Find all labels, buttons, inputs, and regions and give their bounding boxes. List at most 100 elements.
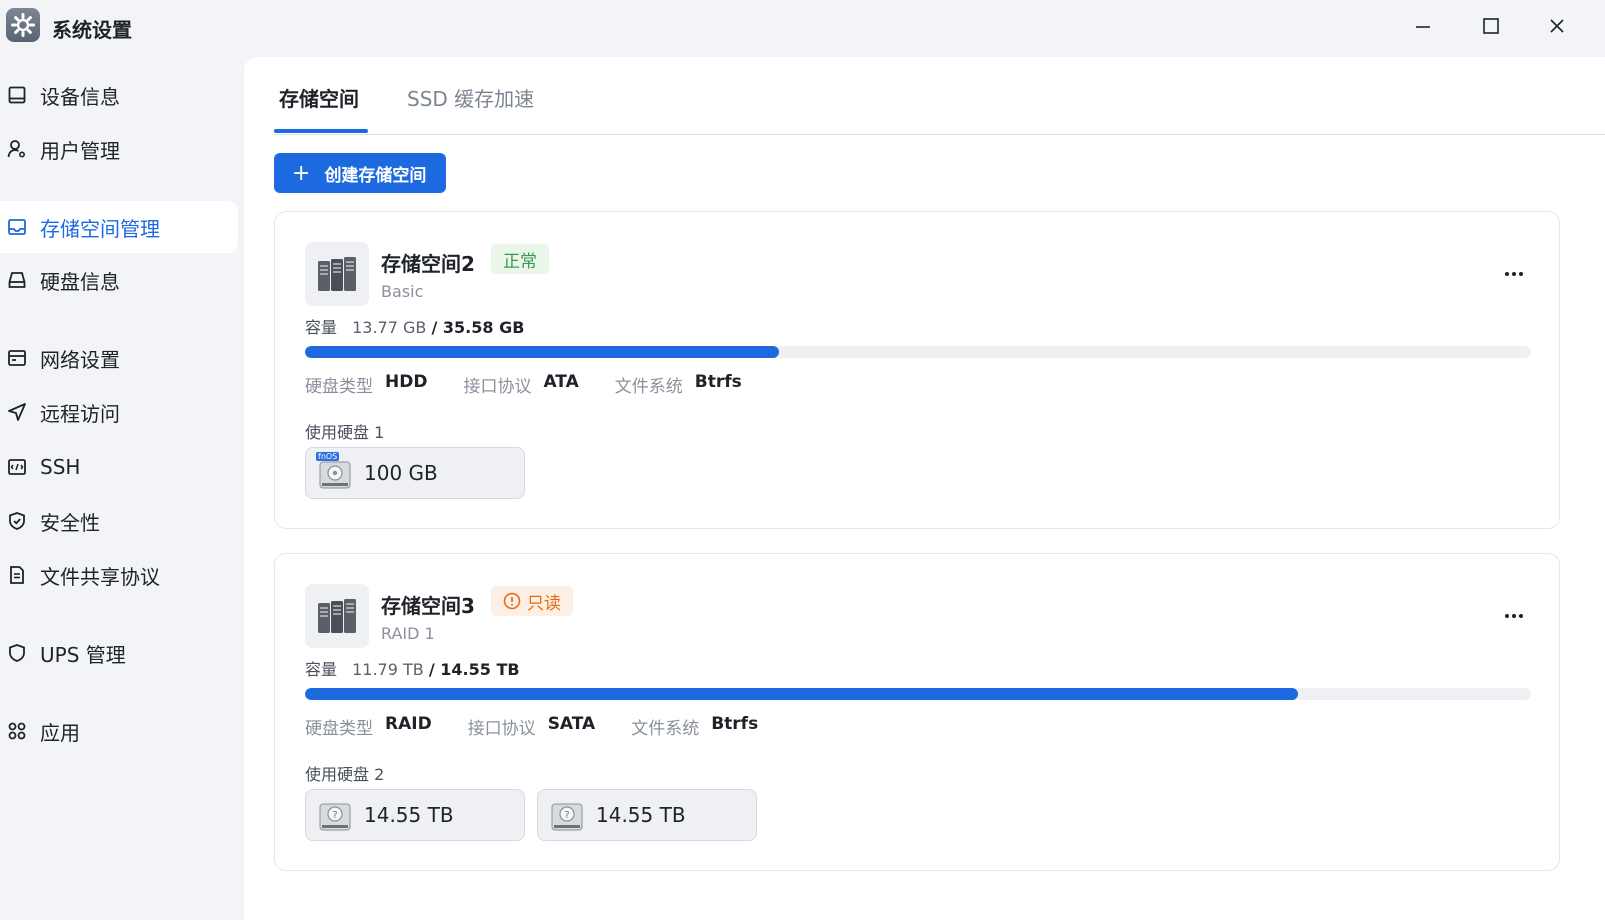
- sidebar-item-security[interactable]: 安全性: [0, 495, 238, 547]
- interface-value: ATA: [543, 372, 579, 392]
- terminal-icon: [6, 456, 28, 478]
- filesystem-value: Btrfs: [694, 372, 742, 392]
- disk-type-value: RAID: [385, 714, 432, 734]
- shield-icon: [6, 642, 28, 664]
- status-badge: 只读: [491, 586, 573, 616]
- hard-disk-icon: fnOS: [316, 452, 352, 490]
- filesystem-label: 文件系统: [614, 377, 683, 397]
- maximize-icon: [1483, 18, 1499, 34]
- unknown-disk-icon: ?: [318, 798, 352, 832]
- document-icon: [6, 564, 28, 586]
- status-badge: 正常: [491, 244, 549, 274]
- server-icon: [305, 242, 369, 306]
- capacity-total: / 14.55 TB: [428, 660, 520, 679]
- disk-chip[interactable]: ? 14.55 TB: [305, 789, 525, 841]
- disk-chip[interactable]: ? 14.55 TB: [537, 789, 757, 841]
- monitor-icon: [6, 84, 28, 106]
- disks-used-title: 使用硬盘 2: [305, 765, 385, 784]
- sidebar-item-label: 设备信息: [40, 84, 120, 109]
- tab-bar: 存储空间 SSD 缓存加速: [274, 57, 1605, 135]
- capacity-used: 11.79 TB: [352, 660, 424, 679]
- disk-size: 14.55 TB: [596, 803, 686, 827]
- unknown-disk-icon: ?: [550, 798, 584, 832]
- sidebar-item-ups[interactable]: UPS 管理: [0, 627, 238, 679]
- capacity-bar-fill: [305, 688, 1299, 700]
- network-icon: [6, 347, 28, 369]
- disk-size: 100 GB: [364, 461, 438, 485]
- svg-text:?: ?: [332, 810, 337, 821]
- tab-ssd-cache[interactable]: SSD 缓存加速: [407, 83, 534, 112]
- capacity-label: 容量: [305, 318, 338, 337]
- status-label: 只读: [527, 593, 561, 614]
- apps-icon: [6, 720, 28, 742]
- settings-app-icon: [6, 8, 40, 42]
- sidebar-item-label: 用户管理: [40, 138, 120, 163]
- sidebar-item-apps[interactable]: 应用: [0, 705, 238, 757]
- create-storage-button[interactable]: + 创建存储空间: [274, 153, 446, 193]
- sidebar-item-label: 硬盘信息: [40, 269, 120, 294]
- fnos-tag: fnOS: [316, 452, 340, 461]
- minimize-icon: [1416, 26, 1430, 28]
- pool-name: 存储空间3: [381, 594, 475, 618]
- maximize-button[interactable]: [1471, 10, 1511, 42]
- sidebar-item-device-info[interactable]: 设备信息: [0, 69, 238, 121]
- active-tab-indicator: [274, 129, 368, 133]
- send-icon: [6, 401, 28, 423]
- capacity-bar-fill: [305, 346, 780, 358]
- pool-name: 存储空间2: [381, 252, 475, 276]
- sidebar-item-storage-management[interactable]: 存储空间管理: [0, 201, 238, 253]
- svg-text:?: ?: [564, 810, 569, 821]
- plus-icon: +: [292, 160, 311, 186]
- server-icon: [305, 584, 369, 648]
- storage-icon: [6, 216, 28, 238]
- more-icon: [1505, 272, 1523, 276]
- disk-type-label: 硬盘类型: [305, 377, 373, 397]
- minimize-button[interactable]: [1403, 10, 1443, 42]
- drive-icon: [6, 269, 28, 291]
- capacity-bar: [305, 688, 1531, 700]
- sidebar-item-ssh[interactable]: SSH: [0, 441, 238, 493]
- window-title: 系统设置: [52, 18, 132, 42]
- filesystem-label: 文件系统: [631, 719, 700, 739]
- title-bar: 系统设置: [0, 0, 1605, 56]
- interface-label: 接口协议: [467, 719, 536, 739]
- interface-label: 接口协议: [463, 377, 532, 397]
- shield-check-icon: [6, 510, 28, 532]
- more-options-button[interactable]: [1499, 264, 1529, 284]
- sidebar-item-file-sharing[interactable]: 文件共享协议: [0, 549, 238, 601]
- capacity-label: 容量: [305, 660, 338, 679]
- disks-used-title: 使用硬盘 1: [305, 423, 385, 442]
- sidebar-item-user-management[interactable]: 用户管理: [0, 123, 238, 175]
- status-label: 正常: [503, 251, 537, 272]
- capacity-row: 容量 13.77 GB / 35.58 GB: [305, 314, 524, 338]
- create-storage-label: 创建存储空间: [324, 165, 427, 186]
- interface-value: SATA: [547, 714, 596, 734]
- capacity-bar: [305, 346, 1531, 358]
- sidebar-item-label: 应用: [40, 720, 80, 745]
- sidebar-item-disk-info[interactable]: 硬盘信息: [0, 254, 238, 306]
- sidebar-item-remote-access[interactable]: 远程访问: [0, 386, 238, 438]
- sidebar-item-label: 存储空间管理: [40, 216, 160, 241]
- pool-raid-level: RAID 1: [381, 624, 435, 643]
- capacity-total: / 35.58 GB: [431, 318, 525, 337]
- close-icon: [1550, 19, 1564, 33]
- more-options-button[interactable]: [1499, 606, 1529, 626]
- pool-raid-level: Basic: [381, 282, 424, 301]
- main-panel: 存储空间 SSD 缓存加速 + 创建存储空间 存储空间2 正常 Basic 容量…: [244, 57, 1605, 920]
- pool-info-row: 硬盘类型 HDD 接口协议 ATA 文件系统 Btrfs: [305, 372, 778, 397]
- more-icon: [1505, 614, 1523, 618]
- storage-pool-card: 存储空间2 正常 Basic 容量 13.77 GB / 35.58 GB 硬盘…: [274, 211, 1560, 529]
- disk-size: 14.55 TB: [364, 803, 454, 827]
- sidebar-item-label: SSH: [40, 455, 81, 479]
- sidebar-item-label: 安全性: [40, 510, 100, 535]
- sidebar-item-label: UPS 管理: [40, 642, 126, 667]
- sidebar-item-network[interactable]: 网络设置: [0, 332, 238, 384]
- disk-type-label: 硬盘类型: [305, 719, 373, 739]
- close-button[interactable]: [1537, 10, 1577, 42]
- sidebar-item-label: 文件共享协议: [40, 564, 160, 589]
- pool-info-row: 硬盘类型 RAID 接口协议 SATA 文件系统 Btrfs: [305, 714, 794, 739]
- disk-chip[interactable]: fnOS 100 GB: [305, 447, 525, 499]
- filesystem-value: Btrfs: [711, 714, 759, 734]
- sidebar-item-label: 远程访问: [40, 401, 120, 426]
- tab-storage-space[interactable]: 存储空间: [279, 83, 359, 112]
